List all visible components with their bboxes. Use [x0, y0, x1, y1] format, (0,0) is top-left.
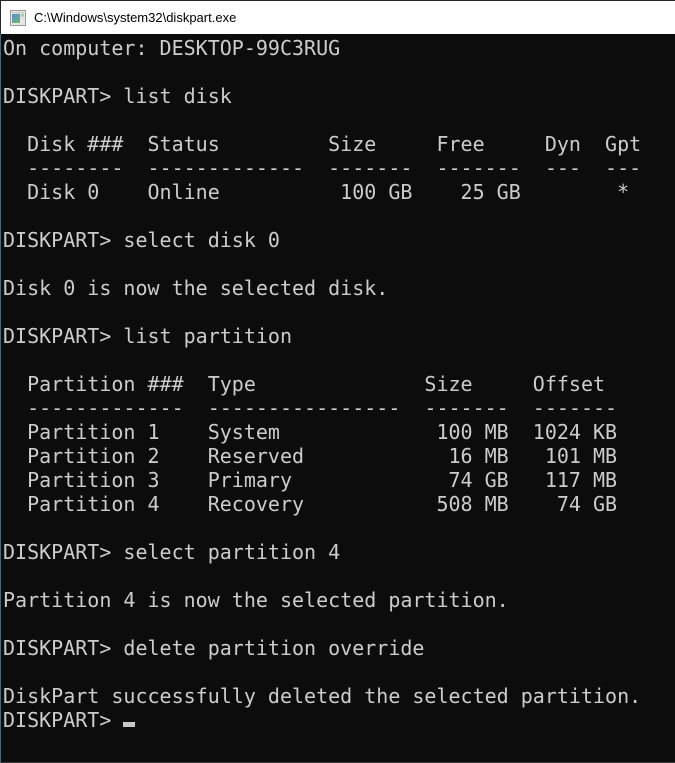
console-text: On computer: DESKTOP-99C3RUG DISKPART> l…: [3, 36, 675, 708]
console-window-icon[interactable]: [10, 10, 26, 26]
window-title: C:\Windows\system32\diskpart.exe: [34, 10, 236, 25]
console-output[interactable]: On computer: DESKTOP-99C3RUG DISKPART> l…: [0, 34, 675, 763]
text-cursor: [123, 722, 135, 727]
diskpart-window: C:\Windows\system32\diskpart.exe On comp…: [0, 0, 675, 763]
title-bar[interactable]: C:\Windows\system32\diskpart.exe: [0, 0, 675, 34]
prompt-line: DISKPART>: [3, 708, 675, 732]
prompt-label: DISKPART>: [3, 708, 123, 732]
